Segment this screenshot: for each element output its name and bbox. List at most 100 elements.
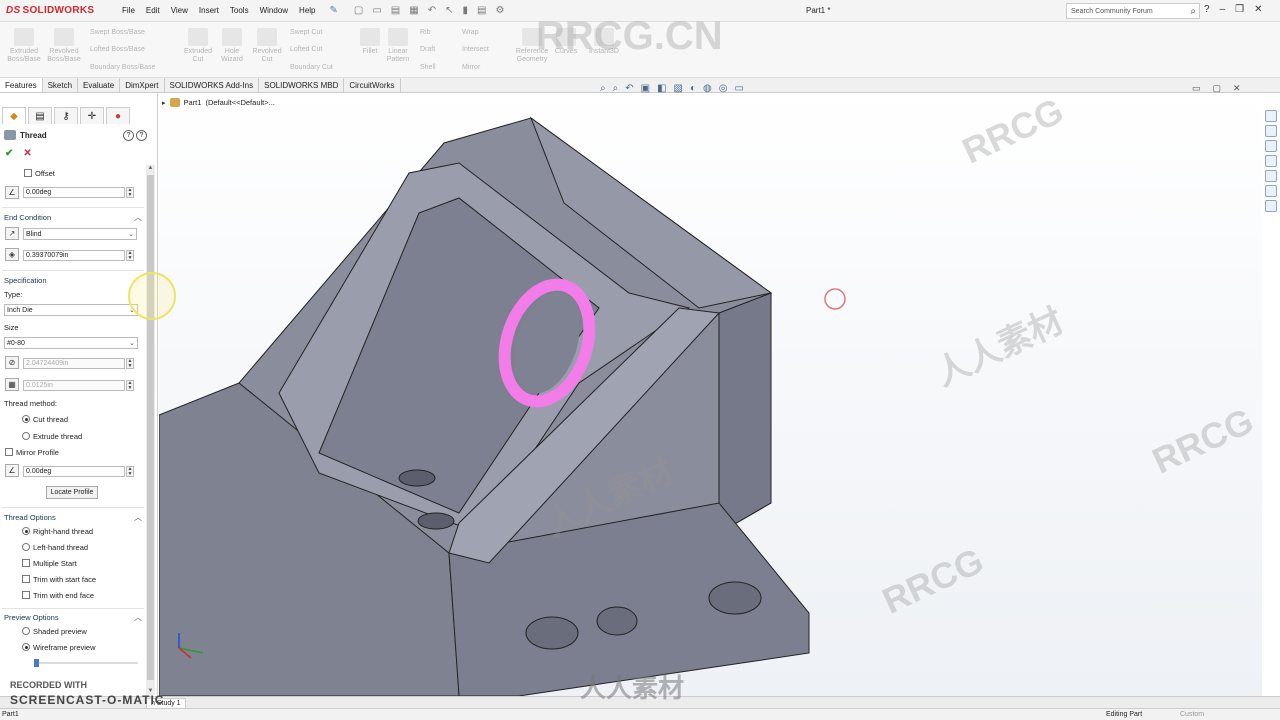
viewport-restore-icon[interactable]: ▢ (1213, 83, 1222, 94)
ok-icon[interactable]: ✔ (5, 148, 13, 159)
menu-view[interactable]: View (171, 6, 188, 15)
shaded-preview-radio[interactable] (22, 627, 30, 635)
tab-circuitworks[interactable]: CircuitWorks (344, 78, 401, 92)
tab-solidworks-mbd[interactable]: SOLIDWORKS MBD (259, 78, 345, 92)
appearances-icon[interactable] (1265, 170, 1277, 182)
swept-boss-button[interactable]: Swept Boss/Base (90, 29, 145, 36)
file-properties-icon[interactable]: ▤ (477, 5, 486, 16)
print-icon[interactable]: ▦ (409, 5, 418, 16)
part-model[interactable] (159, 93, 1262, 696)
menu-edit[interactable]: Edit (146, 6, 160, 15)
collapse-thread-options-icon[interactable]: ︿ (134, 512, 142, 523)
resources-icon[interactable] (1265, 125, 1277, 137)
forum-icon[interactable] (1265, 200, 1277, 212)
swept-cut-button[interactable]: Swept Cut (290, 29, 322, 36)
configuration-manager-tab[interactable]: ⚷ (54, 107, 78, 124)
design-library-icon[interactable] (1265, 140, 1277, 152)
appearance-icon[interactable]: ◍ (703, 83, 712, 94)
rib-button[interactable]: Rib (420, 29, 431, 36)
dimxpert-manager-tab[interactable]: ✛ (80, 107, 104, 124)
scroll-thumb[interactable] (147, 175, 154, 680)
open-icon[interactable]: ▭ (372, 5, 381, 16)
tab-solidworks-addins[interactable]: SOLIDWORKS Add-Ins (165, 78, 260, 92)
extruded-cut-button[interactable]: Extruded Cut (178, 28, 218, 64)
lofted-boss-button[interactable]: Lofted Boss/Base (90, 46, 145, 53)
end-condition-select[interactable]: Blind ⌄ (23, 228, 137, 240)
profile-angle-spinner[interactable]: ▲ ▼ (126, 466, 134, 477)
scroll-up-icon[interactable]: ▲ (146, 165, 155, 171)
collapse-end-condition-icon[interactable]: ︿ (134, 212, 142, 223)
view-settings-icon[interactable]: ▭ (734, 83, 743, 94)
hole-wizard-button[interactable]: Hole Wizard (214, 28, 250, 64)
menu-insert[interactable]: Insert (199, 6, 219, 15)
status-units[interactable]: Custom (1180, 711, 1204, 718)
depth-spinner[interactable]: ▲ ▼ (126, 250, 134, 261)
restore-icon[interactable]: ❐ (1235, 4, 1244, 15)
preview-slider[interactable] (34, 659, 138, 667)
display-manager-tab[interactable]: ● (106, 107, 130, 124)
scene-icon[interactable]: ◎ (719, 83, 728, 94)
curves-button[interactable]: Curves (552, 28, 580, 56)
revolved-cut-button[interactable]: Revolved Cut (248, 28, 286, 64)
close-icon[interactable]: ✕ (1254, 4, 1262, 15)
thread-options-header[interactable]: Thread Options (4, 513, 56, 522)
shell-button[interactable]: Shell (420, 64, 436, 71)
pitch-field[interactable]: 0.0125in (23, 380, 125, 391)
menu-help[interactable]: Help (299, 6, 315, 15)
new-icon[interactable]: ▢ (354, 5, 363, 16)
menu-tools[interactable]: Tools (230, 6, 249, 15)
tab-dimxpert[interactable]: DimXpert (120, 78, 165, 92)
previous-view-icon[interactable]: ↶ (625, 83, 633, 94)
feature-manager-tab[interactable]: ◆ (2, 107, 26, 124)
boundary-boss-button[interactable]: Boundary Boss/Base (90, 64, 155, 71)
search-icon[interactable]: ⌕ (1190, 6, 1196, 17)
reference-geometry-button[interactable]: Reference Geometry (512, 28, 552, 64)
tab-sketch[interactable]: Sketch (43, 78, 79, 92)
preview-options-header[interactable]: Preview Options (4, 613, 59, 622)
file-explorer-icon[interactable] (1265, 155, 1277, 167)
end-condition-header[interactable]: End Condition (4, 213, 51, 222)
cancel-icon[interactable]: ✕ (23, 148, 31, 159)
extruded-boss-button[interactable]: Extruded Boss/Base (4, 28, 44, 64)
tab-features[interactable]: Features (0, 78, 43, 92)
zoom-area-icon[interactable]: ⌕ (613, 83, 619, 94)
help-dropdown[interactable]: ? (1204, 4, 1210, 15)
menu-window[interactable]: Window (260, 6, 288, 15)
display-style-icon[interactable]: ▧ (674, 83, 683, 94)
graphics-area[interactable] (159, 93, 1262, 696)
pitch-spinner[interactable]: ▲ ▼ (126, 380, 134, 391)
feature-tree-flyout[interactable]: ▸ Part1 (Default<<Default>... (162, 98, 275, 107)
help-icon[interactable]: ? (136, 130, 147, 141)
rebuild-icon[interactable]: ▮ (462, 5, 468, 16)
menu-file[interactable]: File (122, 6, 135, 15)
mirror-button[interactable]: Mirror (462, 64, 480, 71)
trim-start-checkbox[interactable] (22, 575, 30, 583)
locate-profile-button[interactable]: Locate Profile (46, 486, 98, 499)
viewport-close-icon[interactable]: ✕ (1233, 83, 1241, 94)
mirror-profile-checkbox[interactable] (5, 448, 13, 456)
diameter-field[interactable]: 2.04724409in (23, 358, 125, 369)
home-icon[interactable] (1265, 110, 1277, 122)
slider-knob[interactable] (34, 659, 39, 667)
wrap-button[interactable]: Wrap (462, 29, 479, 36)
revolved-boss-button[interactable]: Revolved Boss/Base (44, 28, 84, 64)
thread-size-select[interactable]: #0-80 ⌄ (4, 337, 138, 349)
save-icon[interactable]: ▤ (391, 5, 400, 16)
detailed-preview-icon[interactable]: ? (123, 130, 134, 141)
wireframe-preview-radio[interactable] (22, 643, 30, 651)
zoom-to-fit-icon[interactable]: ⌕ (600, 83, 606, 94)
boundary-cut-button[interactable]: Boundary Cut (290, 64, 333, 71)
solidworks-logo[interactable]: DS SOLIDWORKS (0, 5, 112, 16)
options-icon[interactable]: ⚙ (495, 5, 504, 16)
select-icon[interactable]: ↖ (445, 5, 453, 16)
right-hand-thread-radio[interactable] (22, 527, 30, 535)
undo-icon[interactable]: ↶ (428, 5, 436, 16)
cut-thread-radio[interactable] (22, 415, 30, 423)
instant3d-button[interactable]: Instant3D (584, 28, 624, 56)
property-manager-tab[interactable]: ▤ (28, 107, 52, 124)
minimize-icon[interactable]: – (1220, 4, 1226, 15)
extrude-thread-radio[interactable] (22, 432, 30, 440)
panel-scrollbar[interactable]: ▲ ▼ (146, 165, 155, 695)
offset-angle-spinner[interactable]: ▲ ▼ (126, 187, 134, 198)
hide-show-icon[interactable]: ◐ (690, 83, 696, 94)
